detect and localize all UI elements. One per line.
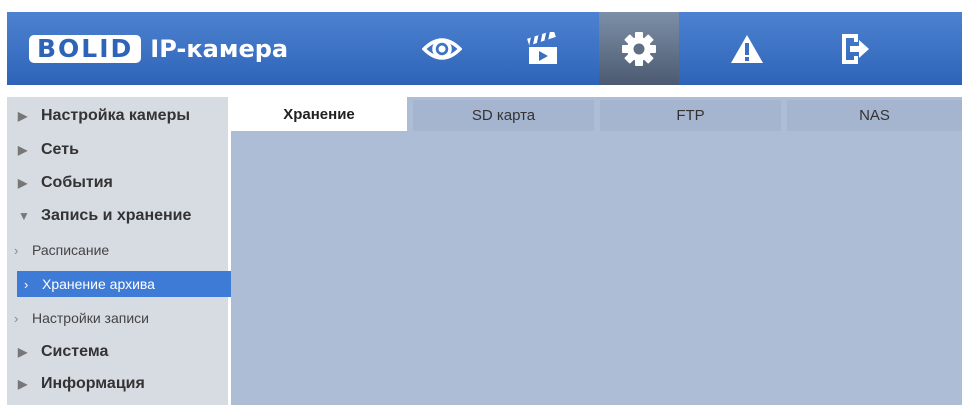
sidebar-item-recording-storage[interactable]: ▼ Запись и хранение: [7, 201, 228, 231]
sidebar-item-label: Настройка камеры: [41, 107, 190, 124]
tab-sd-card[interactable]: SD карта: [413, 100, 594, 131]
sidebar-item-system[interactable]: ▶ Система: [7, 337, 228, 367]
sidebar-subitem-label: Настройки записи: [32, 310, 149, 326]
sidebar-item-label: Информация: [41, 375, 145, 392]
sidebar-item-information[interactable]: ▶ Информация: [7, 369, 228, 399]
sidebar-subitem-record-settings[interactable]: › Настройки записи: [7, 305, 228, 331]
logout-icon: [842, 33, 869, 64]
eye-icon: [422, 37, 462, 60]
tab-label: Хранение: [283, 105, 355, 123]
warning-icon: [731, 34, 763, 63]
content-panel: [231, 97, 962, 405]
sidebar-subitem-schedule[interactable]: › Расписание: [7, 237, 228, 263]
sidebar-item-network[interactable]: ▶ Сеть: [7, 135, 228, 165]
tab-ftp[interactable]: FTP: [600, 100, 781, 131]
gear-icon: [622, 31, 656, 66]
triangle-right-icon: ▶: [18, 377, 28, 391]
top-bar: BOLID IP-камера: [7, 12, 962, 85]
tab-bar: Хранение SD карта FTP NAS: [231, 97, 962, 131]
sidebar-item-label: Система: [41, 343, 109, 360]
sidebar-item-label: События: [41, 174, 113, 191]
chevron-right-icon: ›: [24, 276, 29, 292]
triangle-right-icon: ▶: [18, 345, 28, 359]
chevron-right-icon: ›: [14, 242, 19, 258]
sidebar-item-label: Запись и хранение: [41, 207, 192, 224]
tab-label: NAS: [859, 107, 890, 124]
sidebar: ▶ Настройка камеры ▶ Сеть ▶ События ▼ За…: [7, 97, 231, 405]
triangle-right-icon: ▶: [18, 143, 28, 157]
triangle-right-icon: ▶: [18, 109, 28, 123]
sidebar-subitem-label: Хранение архива: [42, 276, 155, 292]
chevron-right-icon: ›: [14, 310, 19, 326]
nav-logout[interactable]: [815, 12, 895, 85]
sidebar-subitem-archive-storage[interactable]: › Хранение архива: [17, 271, 231, 297]
logo-brand: BOLID: [29, 35, 142, 63]
nav-live-view[interactable]: [402, 12, 482, 85]
sidebar-subitem-label: Расписание: [32, 242, 110, 258]
sidebar-item-label: Сеть: [41, 141, 79, 158]
tab-storage[interactable]: Хранение: [231, 97, 407, 131]
sidebar-item-camera-settings[interactable]: ▶ Настройка камеры: [7, 101, 228, 131]
clapperboard-icon: [527, 31, 557, 64]
tab-label: SD карта: [471, 107, 536, 124]
nav-settings[interactable]: [599, 12, 679, 85]
app-title: IP-камера: [150, 35, 289, 63]
triangle-right-icon: ▶: [18, 176, 28, 190]
sidebar-item-events[interactable]: ▶ События: [7, 168, 228, 198]
tab-nas[interactable]: NAS: [787, 100, 962, 131]
nav-playback[interactable]: [503, 12, 583, 85]
tab-label: FTP: [676, 107, 705, 124]
triangle-down-icon: ▼: [18, 209, 30, 223]
nav-alarm[interactable]: [707, 12, 787, 85]
logo: BOLID IP-камера: [29, 34, 288, 64]
